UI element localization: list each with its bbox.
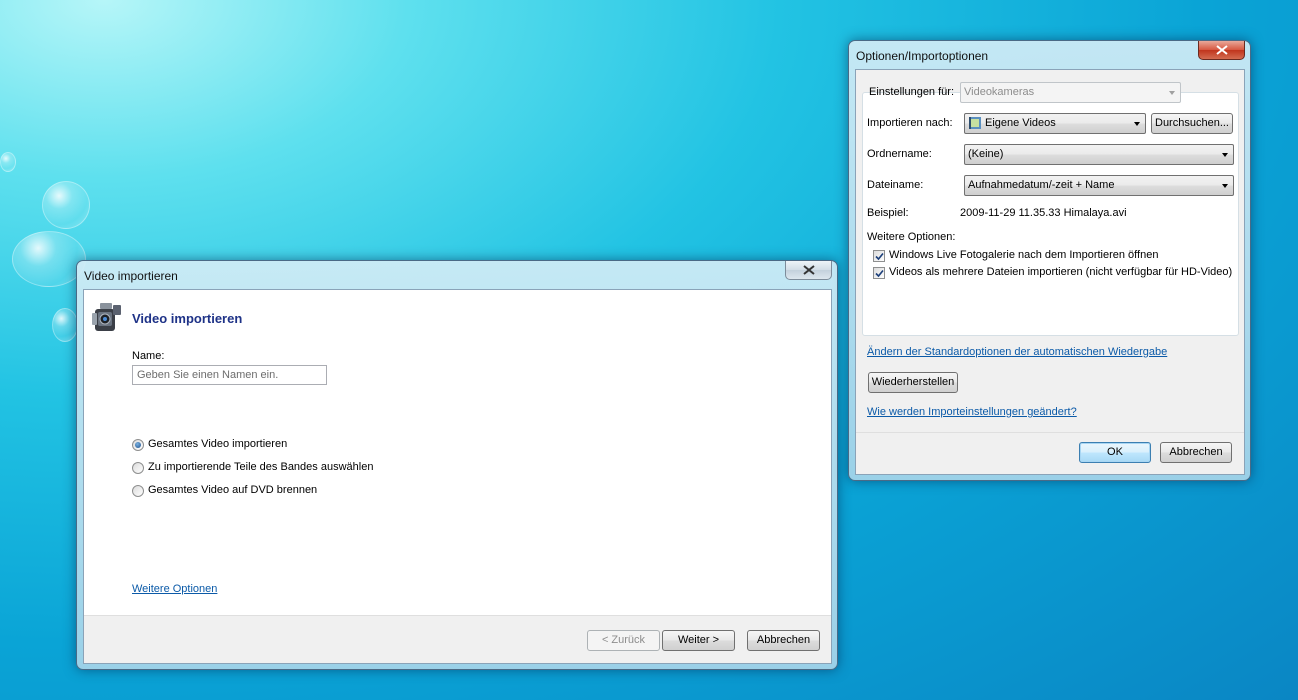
restore-button[interactable]: Wiederherstellen — [868, 372, 958, 393]
dialog-footer: OK Abbrechen — [856, 432, 1244, 474]
help-link[interactable]: Wie werden Importeinstellungen geändert? — [867, 406, 1077, 418]
example-label: Beispiel: — [867, 207, 909, 219]
checkbox[interactable] — [873, 250, 885, 262]
settings-for-label: Einstellungen für: — [869, 86, 954, 98]
more-options-label: Weitere Optionen: — [867, 231, 956, 243]
window-title: Video importieren — [84, 269, 178, 283]
close-icon — [1216, 45, 1228, 55]
folder-name-select[interactable]: (Keine) — [964, 144, 1234, 165]
file-name-value: Aufnahmedatum/-zeit + Name — [968, 179, 1115, 191]
video-folder-icon — [969, 117, 981, 130]
back-button[interactable]: < Zurück — [587, 630, 660, 651]
radio-label: Zu importierende Teile des Bandes auswäh… — [148, 461, 374, 473]
cancel-button[interactable]: Abbrechen — [747, 630, 820, 651]
name-label: Name: — [132, 350, 165, 362]
close-icon — [803, 265, 815, 275]
name-input[interactable]: Geben Sie einen Namen ein. — [132, 365, 327, 385]
close-button[interactable] — [785, 261, 832, 280]
chevron-down-icon — [1169, 91, 1175, 95]
next-button[interactable]: Weiter > — [662, 630, 735, 651]
video-import-window: Video importieren Video importieren Name… — [76, 260, 838, 670]
file-name-select[interactable]: Aufnahmedatum/-zeit + Name — [964, 175, 1234, 196]
file-name-label: Dateiname: — [867, 179, 924, 191]
folder-name-value: (Keine) — [968, 148, 1004, 160]
example-value: 2009-11-29 11.35.33 Himalaya.avi — [960, 207, 1127, 219]
desktop-bubble — [42, 181, 90, 229]
settings-for-value: Videokameras — [964, 86, 1035, 98]
radio-button[interactable] — [132, 485, 144, 497]
dialog-client: Video importieren Name: Geben Sie einen … — [83, 289, 832, 664]
desktop-bubble — [12, 231, 86, 287]
import-to-label: Importieren nach: — [867, 117, 953, 129]
dialog-footer: < Zurück Weiter > Abbrechen — [84, 615, 831, 663]
autoplay-options-link[interactable]: Ändern der Standardoptionen der automati… — [867, 346, 1167, 358]
chevron-down-icon — [1134, 122, 1140, 126]
import-to-value: Eigene Videos — [985, 117, 1056, 129]
title-bar[interactable]: Optionen/Importoptionen — [849, 41, 1250, 67]
radio-label: Gesamtes Video importieren — [148, 438, 288, 450]
folder-name-label: Ordnername: — [867, 148, 932, 160]
close-button[interactable] — [1198, 41, 1245, 60]
radio-label: Gesamtes Video auf DVD brennen — [148, 484, 318, 496]
desktop-bubble — [0, 152, 16, 172]
radio-button[interactable] — [132, 439, 144, 451]
radio-button[interactable] — [132, 462, 144, 474]
desktop-bubble — [52, 308, 78, 342]
checkbox-label: Windows Live Fotogalerie nach dem Import… — [889, 249, 1159, 261]
browse-button[interactable]: Durchsuchen... — [1151, 113, 1233, 134]
dialog-client: Einstellungen für: Videokameras Importie… — [855, 69, 1245, 475]
import-options-window: Optionen/Importoptionen Einstellungen fü… — [848, 40, 1251, 481]
check-icon — [875, 252, 884, 261]
checkbox[interactable] — [873, 267, 885, 279]
page-heading: Video importieren — [132, 311, 243, 326]
title-bar[interactable]: Video importieren — [77, 261, 837, 287]
cancel-button[interactable]: Abbrechen — [1160, 442, 1232, 463]
window-title: Optionen/Importoptionen — [856, 49, 989, 63]
check-icon — [875, 269, 884, 278]
checkbox-label: Videos als mehrere Dateien importieren (… — [889, 266, 1233, 278]
chevron-down-icon — [1222, 184, 1228, 188]
camcorder-icon — [92, 303, 121, 331]
settings-for-select[interactable]: Videokameras — [960, 82, 1181, 103]
ok-button[interactable]: OK — [1079, 442, 1151, 463]
more-options-link[interactable]: Weitere Optionen — [132, 583, 217, 595]
import-to-select[interactable]: Eigene Videos — [964, 113, 1146, 134]
chevron-down-icon — [1222, 153, 1228, 157]
